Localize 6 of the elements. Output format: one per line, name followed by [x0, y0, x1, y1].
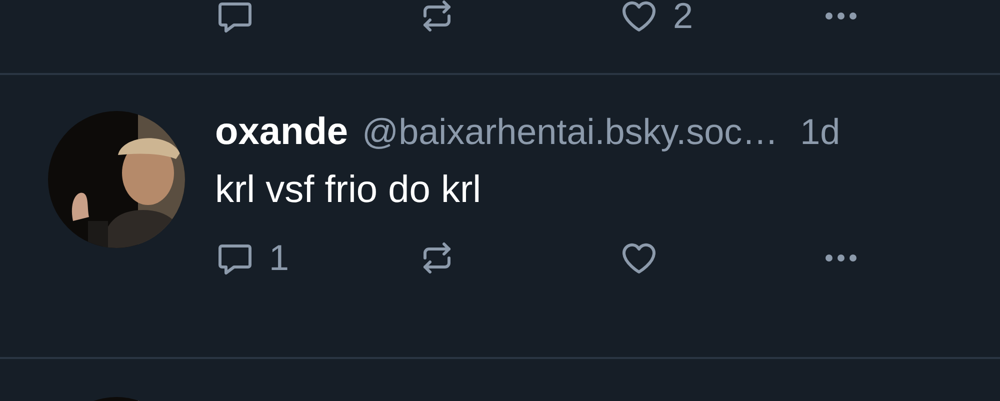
post-time[interactable]: 1d [800, 111, 840, 153]
count: 1 [269, 238, 290, 278]
user-handle[interactable]: @baixarhentai.bsky.soc… [362, 111, 778, 153]
count: 2 [673, 0, 694, 36]
display-name[interactable]: oxande [215, 111, 348, 154]
post-text: krl vsf frio do krl [215, 169, 482, 213]
